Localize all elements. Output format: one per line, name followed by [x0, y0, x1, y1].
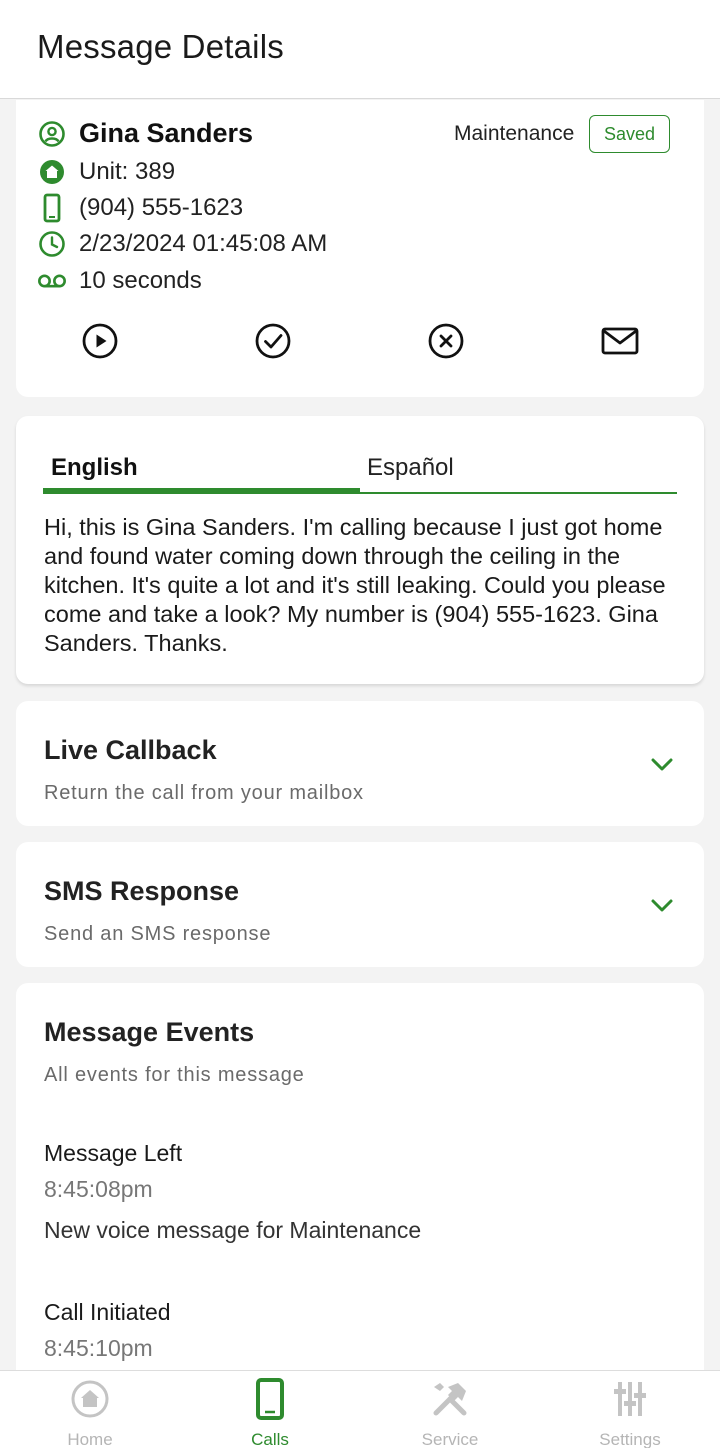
tab-espanol[interactable]: Español	[367, 454, 454, 482]
user-circle-icon	[37, 119, 67, 149]
duration-row: 10 seconds	[37, 266, 202, 296]
phone-row: (904) 555-1623	[37, 193, 243, 223]
event-time: 8:45:08pm	[44, 1176, 153, 1202]
event-item: Call Initiated 8:45:10pm	[44, 1299, 171, 1362]
tab-english[interactable]: English	[51, 454, 138, 482]
voicemail-icon	[37, 266, 67, 296]
nav-calls-label: Calls	[251, 1430, 289, 1448]
event-name: Message Left	[44, 1140, 183, 1166]
live-callback-panel[interactable]: Live Callback Return the call from your …	[16, 701, 704, 826]
active-tab-indicator	[43, 488, 360, 492]
app-header: Message Details	[0, 0, 720, 99]
phone-number: (904) 555-1623	[79, 194, 244, 221]
phone-icon	[250, 1378, 290, 1420]
category-label: Maintenance	[454, 122, 575, 145]
event-item: Message Left 8:45:08pm New voice message…	[44, 1140, 421, 1244]
mail-icon	[601, 327, 639, 355]
unit-text: Unit: 389	[79, 158, 176, 185]
play-button[interactable]	[80, 321, 120, 361]
sliders-icon	[610, 1379, 650, 1419]
nav-service[interactable]: Service	[360, 1371, 540, 1448]
tools-icon	[430, 1379, 470, 1419]
live-callback-subtitle: Return the call from your mailbox	[44, 782, 364, 804]
chevron-down-icon[interactable]	[648, 894, 676, 918]
nav-home-label: Home	[67, 1430, 113, 1448]
events-title: Message Events	[44, 1017, 255, 1047]
mark-done-button[interactable]	[253, 321, 293, 361]
transcript-card: English Español Hi, this is Gina Sanders…	[16, 416, 704, 684]
event-description: New voice message for Maintenance	[44, 1217, 422, 1243]
status-badge: Saved	[589, 115, 670, 153]
check-icon	[255, 323, 291, 359]
datetime-row: 2/23/2024 01:45:08 AM	[37, 229, 327, 259]
message-datetime: 2/23/2024 01:45:08 AM	[79, 230, 328, 257]
message-events-card: Message Events All events for this messa…	[16, 983, 704, 1383]
mobile-phone-icon	[37, 193, 67, 223]
language-tabs: English Español	[43, 450, 677, 494]
cancel-icon	[428, 323, 464, 359]
event-time: 8:45:10pm	[44, 1335, 153, 1361]
email-button[interactable]	[600, 321, 640, 361]
event-name: Call Initiated	[44, 1299, 171, 1325]
nav-settings[interactable]: Settings	[540, 1371, 720, 1448]
nav-settings-label: Settings	[599, 1430, 661, 1448]
play-icon	[82, 323, 118, 359]
live-callback-title: Live Callback	[44, 735, 217, 765]
home-icon	[37, 157, 67, 187]
unit-row: Unit: 389	[37, 157, 175, 187]
events-subtitle: All events for this message	[44, 1064, 305, 1086]
transcript-text: Hi, this is Gina Sanders. I'm calling be…	[44, 514, 666, 656]
sms-response-panel[interactable]: SMS Response Send an SMS response	[16, 842, 704, 967]
home-icon	[70, 1379, 110, 1419]
bottom-nav: Home Calls Service Settings	[0, 1370, 720, 1448]
caller-name: Gina Sanders	[79, 118, 254, 148]
clock-icon	[37, 229, 67, 259]
message-info-card: Gina Sanders Unit: 389 (904) 555-1623 2/…	[16, 100, 704, 397]
dismiss-button[interactable]	[426, 321, 466, 361]
page-title: Message Details	[37, 28, 284, 65]
nav-service-label: Service	[421, 1430, 479, 1448]
caller-name-row: Gina Sanders	[37, 118, 253, 149]
nav-home[interactable]: Home	[0, 1371, 180, 1448]
sms-response-title: SMS Response	[44, 876, 240, 906]
chevron-down-icon[interactable]	[648, 753, 676, 777]
nav-calls[interactable]: Calls	[180, 1371, 360, 1448]
sms-response-subtitle: Send an SMS response	[44, 923, 272, 945]
message-duration: 10 seconds	[79, 267, 202, 294]
